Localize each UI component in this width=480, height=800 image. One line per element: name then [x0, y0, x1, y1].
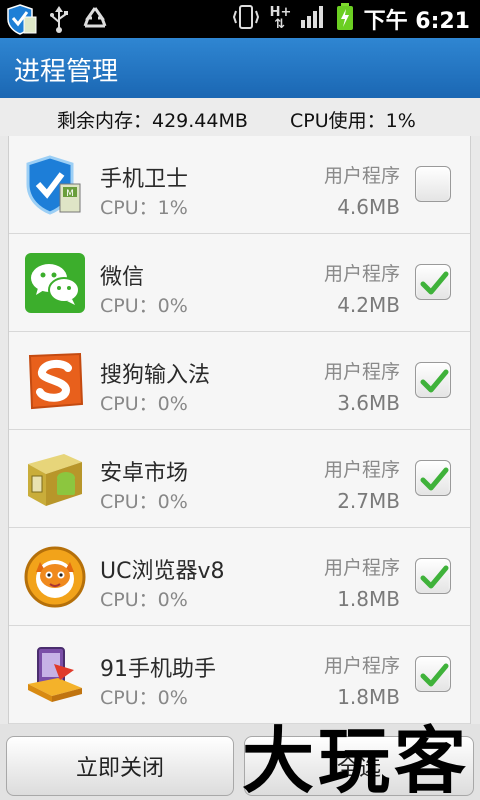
uc-browser-icon: [24, 546, 86, 608]
shield-app-icon: [6, 3, 38, 39]
status-bar: H+ ⇅ 下午 6:21: [0, 0, 480, 38]
process-type: 用户程序: [323, 557, 400, 579]
process-cpu: CPU：0%: [100, 295, 188, 317]
process-name: 手机卫士: [100, 167, 189, 192]
process-memory: 4.6MB: [337, 195, 400, 219]
process-memory: 1.8MB: [337, 685, 400, 709]
checkmark-icon: [420, 663, 449, 687]
svg-text:M: M: [66, 189, 74, 199]
page-title: 进程管理: [14, 57, 119, 87]
process-type: 用户程序: [323, 165, 400, 187]
process-row[interactable]: 安卓市场 CPU：0% 用户程序 2.7MB: [9, 430, 470, 528]
process-row[interactable]: UC浏览器v8 CPU：0% 用户程序 1.8MB: [9, 528, 470, 626]
checkmark-icon: [420, 467, 449, 491]
process-memory: 2.7MB: [337, 489, 400, 513]
process-memory: 1.8MB: [337, 587, 400, 611]
signal-icon: [300, 5, 326, 33]
process-type: 用户程序: [323, 459, 400, 481]
process-type: 用户程序: [323, 655, 400, 677]
process-row[interactable]: 微信 CPU：0% 用户程序 4.2MB: [9, 234, 470, 332]
process-row[interactable]: 搜狗输入法 CPU：0% 用户程序 3.6MB: [9, 332, 470, 430]
process-cpu: CPU：0%: [100, 393, 188, 415]
process-name: 安卓市场: [100, 461, 189, 486]
cpu-usage-label: CPU使用：1%: [290, 110, 416, 132]
checkmark-icon: [420, 565, 449, 589]
process-type: 用户程序: [323, 263, 400, 285]
process-checkbox[interactable]: [415, 362, 451, 398]
process-checkbox[interactable]: [415, 264, 451, 300]
process-row[interactable]: 91手机助手 CPU：0% 用户程序 1.8MB: [9, 626, 470, 724]
process-cpu: CPU：1%: [100, 197, 188, 219]
shield-app-icon: M: [24, 154, 86, 216]
clock: 下午 6:21: [363, 9, 470, 34]
process-cpu: CPU：0%: [100, 687, 188, 709]
process-name: 搜狗输入法: [100, 363, 211, 388]
wechat-icon: [24, 252, 86, 314]
process-memory: 4.2MB: [337, 293, 400, 317]
process-checkbox[interactable]: [415, 460, 451, 496]
recycle-icon: [80, 4, 110, 38]
title-bar: 进程管理: [0, 38, 480, 98]
checkmark-icon: [420, 369, 449, 393]
process-checkbox[interactable]: [415, 166, 451, 202]
91-assistant-icon: [24, 644, 86, 706]
close-now-button[interactable]: 立即关闭: [6, 736, 234, 796]
process-cpu: CPU：0%: [100, 589, 188, 611]
vibrate-icon: [232, 4, 260, 34]
memory-cpu-summary: 剩余内存：429.44MB CPU使用：1%: [0, 98, 480, 136]
sogou-icon: [24, 350, 86, 412]
android-market-icon: [24, 448, 86, 510]
usb-icon: [48, 4, 70, 38]
process-type: 用户程序: [323, 361, 400, 383]
process-checkbox[interactable]: [415, 558, 451, 594]
process-memory: 3.6MB: [337, 391, 400, 415]
free-memory-label: 剩余内存：429.44MB: [57, 110, 248, 132]
process-list[interactable]: M 手机卫士 CPU：1% 用户程序 4.6MB 微信 CPU：0% 用户程序: [8, 136, 471, 724]
process-name: 微信: [100, 265, 145, 290]
checkmark-icon: [420, 271, 449, 295]
watermark-text: 大玩客: [242, 718, 471, 800]
process-checkbox[interactable]: [415, 656, 451, 692]
process-cpu: CPU：0%: [100, 491, 188, 513]
process-name: UC浏览器v8: [100, 559, 225, 584]
process-name: 91手机助手: [100, 657, 216, 682]
network-h-plus-icon: H+ ⇅: [269, 5, 292, 32]
process-row[interactable]: M 手机卫士 CPU：1% 用户程序 4.6MB: [9, 136, 470, 234]
battery-charging-icon: [336, 3, 354, 35]
